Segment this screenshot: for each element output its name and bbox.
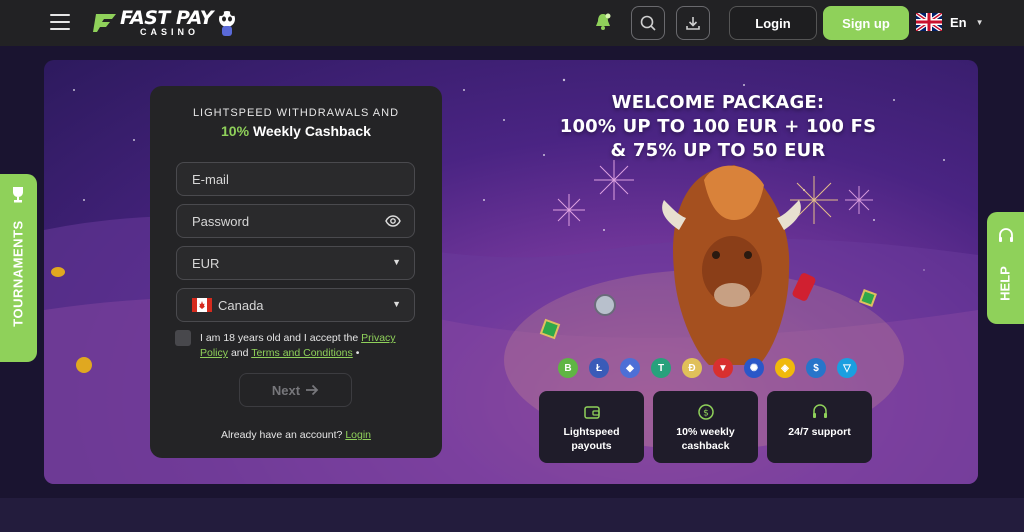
notification-bell-icon[interactable] [593,12,613,32]
cashback-icon: $ [697,403,715,421]
signup-card: LIGHTSPEED WITHDRAWALS AND 10% Weekly Ca… [150,86,442,458]
headset-icon [811,403,829,421]
feature-support: 24/7 support [767,391,872,463]
chevron-down-icon: ▼ [975,17,984,27]
uk-flag-icon [916,13,942,31]
welcome-title: WELCOME PACKAGE: [611,92,825,113]
tether-icon: T [651,358,671,378]
login-link[interactable]: Login [345,429,371,441]
cashback-percent: 10% [221,123,250,139]
binance-icon: ◈ [775,358,795,378]
welcome-line2: 100% UP TO 100 EUR + 100 FS [559,116,877,137]
feature-cashback: $ 10% weekly cashback [653,391,758,463]
language-selector[interactable]: En ▼ [916,13,984,31]
help-label: HELP [997,266,1013,301]
brand-name: FAST PAY [120,7,213,29]
next-label: Next [271,382,301,398]
signup-button[interactable]: Sign up [823,6,909,40]
currency-value: EUR [192,255,220,271]
country-value: Canada [218,297,264,313]
dogecoin-icon: Ð [682,358,702,378]
email-placeholder: E-mail [192,171,229,187]
password-placeholder: Password [192,213,250,229]
card-headline: LIGHTSPEED WITHDRAWALS AND [192,107,400,119]
language-label: En [950,14,967,30]
search-icon [640,15,656,31]
login-prompt: Already have an account? Login [220,429,372,441]
top-header: FAST PAY CASINO Login Sign up En ▼ [0,0,1024,46]
country-select[interactable]: Canada ▼ [176,288,415,322]
chevron-down-icon: ▼ [392,299,401,309]
tron-icon: ▼ [713,358,733,378]
search-button[interactable] [631,6,665,40]
feature-label: payouts [571,440,612,452]
crypto-icons-row: B Ł ◆ T Ð ▼ ✺ ◈ $ ▽ [558,358,868,378]
feature-payouts: Lightspeed payouts [539,391,644,463]
chevron-down-icon: ▼ [392,257,401,267]
page-bottom [0,498,1024,532]
arrow-right-icon [306,384,319,396]
download-icon [686,17,700,30]
required-marker: • [355,347,360,359]
trophy-icon [13,187,23,203]
age-consent-checkbox[interactable] [175,330,191,346]
ethereum-icon: ◆ [620,358,640,378]
svg-text:$: $ [703,409,709,419]
toncoin-icon: ▽ [837,358,857,378]
feature-label: cashback [681,440,730,452]
feature-label: Lightspeed [563,426,620,438]
headset-icon [999,228,1013,242]
logo-mark [92,12,118,34]
panda-icon [217,9,237,37]
feature-label: 10% weekly [676,426,735,438]
welcome-offer: WELCOME PACKAGE: 100% UP TO 100 EUR + 10… [528,91,908,163]
eye-icon[interactable] [385,214,401,231]
help-tab[interactable]: HELP [987,212,1024,324]
password-field[interactable]: Password [176,204,415,238]
tournaments-label: TOURNAMENTS [10,220,26,327]
login-button[interactable]: Login [729,6,817,40]
cashback-label: Weekly Cashback [252,123,371,139]
card-subheadline: 10% Weekly Cashback [150,123,442,139]
consent-text: I am 18 years old and I accept the Priva… [200,332,396,359]
welcome-line3: & 75% UP TO 50 EUR [610,140,826,161]
usd-coin-icon: $ [806,358,826,378]
terms-link[interactable]: Terms and Conditions [251,347,353,359]
cardano-icon: ✺ [744,358,764,378]
tournaments-tab[interactable]: TOURNAMENTS [0,174,37,362]
canada-flag-icon [192,298,212,312]
download-button[interactable] [676,6,710,40]
currency-select[interactable]: EUR ▼ [176,246,415,280]
menu-icon[interactable] [50,14,70,30]
wallet-icon [583,403,601,421]
email-field[interactable]: E-mail [176,162,415,196]
bitcoin-icon: B [558,358,578,378]
brand-sub: CASINO [140,27,200,37]
feature-label: 24/7 support [788,426,851,438]
litecoin-icon: Ł [589,358,609,378]
next-button[interactable]: Next [239,373,352,407]
brand-logo[interactable]: FAST PAY CASINO [92,6,237,40]
